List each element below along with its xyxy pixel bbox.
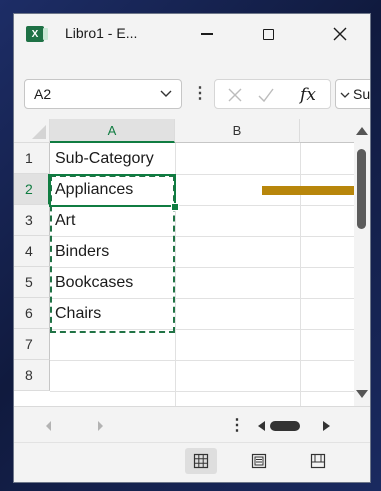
formula-bar: A2 ⋮ fx Su [14,54,370,120]
fill-handle[interactable] [171,203,179,211]
worksheet-grid[interactable]: A B 1 2 3 4 5 6 7 8 Sub-Category Applian… [14,119,370,406]
excel-window: X Libro1 - E... A2 ⋮ fx Su A B 1 2 3 4 5… [13,13,371,483]
tab-scroll-left-icon[interactable] [46,421,51,431]
row-header-6[interactable]: 6 [14,298,50,329]
window-title: Libro1 - E... [65,25,138,41]
tab-splitter-icon[interactable]: ⋮ [229,415,245,435]
scroll-right-icon[interactable] [323,421,330,431]
cell-a1[interactable]: Sub-Category [55,143,154,174]
normal-view-button[interactable] [185,448,217,474]
row-header-8[interactable]: 8 [14,360,50,391]
vertical-scroll-thumb[interactable] [357,149,366,229]
formula-input[interactable]: Su [335,79,371,109]
chevron-down-icon[interactable] [159,86,173,100]
page-break-icon [310,453,326,469]
horizontal-scroll-thumb[interactable] [270,421,300,431]
select-all-button[interactable] [14,119,50,143]
scroll-left-icon[interactable] [258,421,265,431]
scroll-down-icon[interactable] [356,390,368,398]
row-header-5[interactable]: 5 [14,267,50,298]
sheet-tab-bar: ⋮ [14,406,370,443]
vertical-scrollbar[interactable] [354,119,370,406]
page-break-button[interactable] [302,448,334,474]
page-layout-button[interactable] [243,448,275,474]
x-icon[interactable] [225,85,245,105]
row-header-4[interactable]: 4 [14,236,50,267]
active-cell-border [49,174,176,207]
scroll-up-icon[interactable] [356,127,368,135]
close-button[interactable] [317,14,363,54]
gridline [50,391,354,392]
minimize-icon [201,33,213,35]
column-header-a[interactable]: A [50,119,175,143]
name-box[interactable]: A2 [24,79,182,109]
fx-icon[interactable]: fx [298,85,318,105]
maximize-icon [262,28,274,40]
gridline [50,360,354,361]
row-header-3[interactable]: 3 [14,205,50,236]
status-bar [14,442,370,482]
column-header-c[interactable] [300,119,354,143]
minimize-button[interactable] [184,14,230,54]
formula-actions: fx [214,79,331,109]
excel-icon: X [26,26,48,42]
row-header-1[interactable]: 1 [14,143,50,174]
close-icon [333,27,347,41]
page-layout-icon [251,453,267,469]
gridline [300,143,301,406]
formula-text: Su [353,86,371,102]
title-bar: X Libro1 - E... [14,14,370,54]
more-options-icon[interactable]: ⋮ [192,83,208,103]
row-header-2[interactable]: 2 [14,174,50,205]
row-header-7[interactable]: 7 [14,329,50,360]
tab-scroll-right-icon[interactable] [98,421,103,431]
grid-view-icon [193,453,209,469]
column-header-b[interactable]: B [175,119,300,143]
check-icon[interactable] [256,85,276,105]
maximize-button[interactable] [245,14,291,54]
chevron-down-icon[interactable] [339,89,351,101]
select-all-triangle-icon [32,125,46,139]
name-box-value: A2 [34,86,52,102]
